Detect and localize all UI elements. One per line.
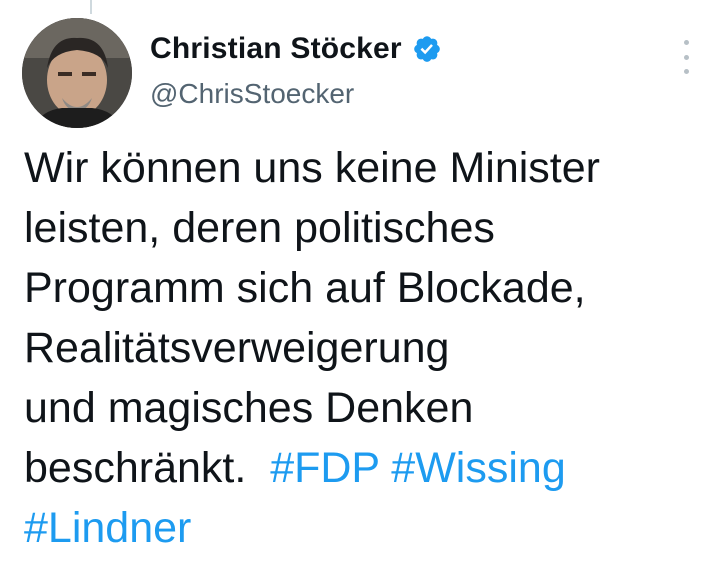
tweet-line: Realitätsverweigerung: [24, 324, 450, 372]
tweet-line-with-hashtags: beschränkt. #FDP #Wissing: [24, 438, 704, 498]
more-dot: [683, 54, 689, 60]
tweet-line-hashtags: #Lindner: [24, 498, 704, 558]
display-name-row: Christian Stöcker: [150, 32, 442, 66]
hashtag-lindner[interactable]: #Lindner: [24, 504, 191, 552]
avatar[interactable]: [22, 18, 132, 128]
hashtag-fdp[interactable]: #FDP: [270, 444, 379, 492]
tweet-line: Programm sich auf Blockade,: [24, 264, 586, 312]
tweet-text: Wir können uns keine Minister leisten, d…: [24, 138, 704, 558]
verified-badge-icon: [412, 34, 442, 64]
tweet-line: beschränkt.: [24, 444, 247, 492]
more-options-icon[interactable]: [680, 40, 692, 74]
tweet-header: Christian Stöcker @ChrisStoecker: [22, 18, 698, 130]
thread-connector-line: [90, 0, 92, 14]
author-display-name[interactable]: Christian Stöcker: [150, 32, 402, 66]
author-handle[interactable]: @ChrisStoecker: [150, 78, 442, 110]
profile-photo-icon: [22, 18, 132, 128]
hashtag-wissing[interactable]: #Wissing: [391, 444, 565, 492]
tweet-line: und magisches Denken: [24, 384, 474, 432]
more-dot: [683, 69, 689, 74]
tweet-line: Wir können uns keine Minister: [24, 144, 600, 192]
author-names: Christian Stöcker @ChrisStoecker: [150, 32, 442, 110]
tweet-line: leisten, deren politisches: [24, 204, 495, 252]
more-dot: [683, 40, 689, 45]
